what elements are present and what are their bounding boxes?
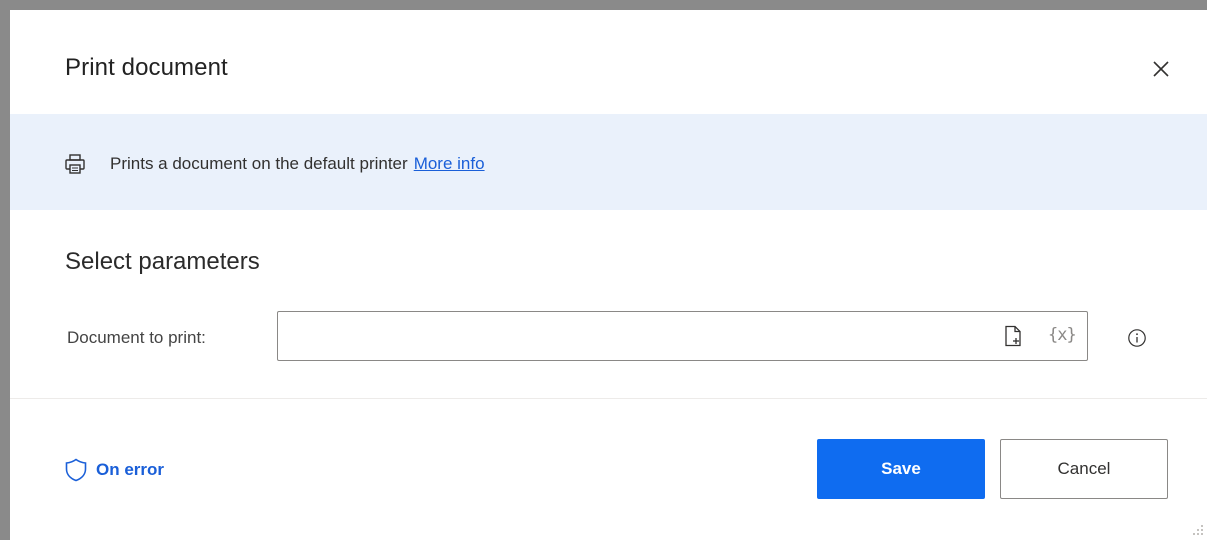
document-to-print-label: Document to print: [67,328,206,347]
close-icon [1153,61,1169,77]
cancel-button[interactable]: Cancel [1000,439,1168,499]
banner-description: Prints a document on the default printer… [110,154,485,174]
document-to-print-input[interactable] [286,312,990,362]
resize-grip-icon[interactable] [1190,522,1204,536]
file-icon[interactable] [1003,325,1023,347]
dialog-title: Print document [65,54,228,81]
on-error-label: On error [96,460,165,479]
banner-description-text: Prints a document on the default printer [110,154,408,173]
save-button[interactable]: Save [817,439,985,499]
dialog-header: Print document [10,10,1207,114]
info-banner: Prints a document on the default printer… [10,114,1207,210]
shield-icon [65,458,87,482]
document-to-print-field: {x} [277,311,1088,362]
close-button[interactable] [1146,54,1176,84]
info-icon[interactable] [1127,328,1147,348]
printer-icon [65,154,85,174]
window-backdrop: Print document Prints a document on the … [0,0,1207,540]
insert-variable-button[interactable]: {x} [1048,325,1077,345]
footer-divider [10,398,1207,399]
print-document-dialog: Print document Prints a document on the … [10,10,1207,540]
section-title: Select parameters [65,248,260,275]
more-info-link[interactable]: More info [414,154,485,173]
on-error-button[interactable]: On error [65,457,164,483]
